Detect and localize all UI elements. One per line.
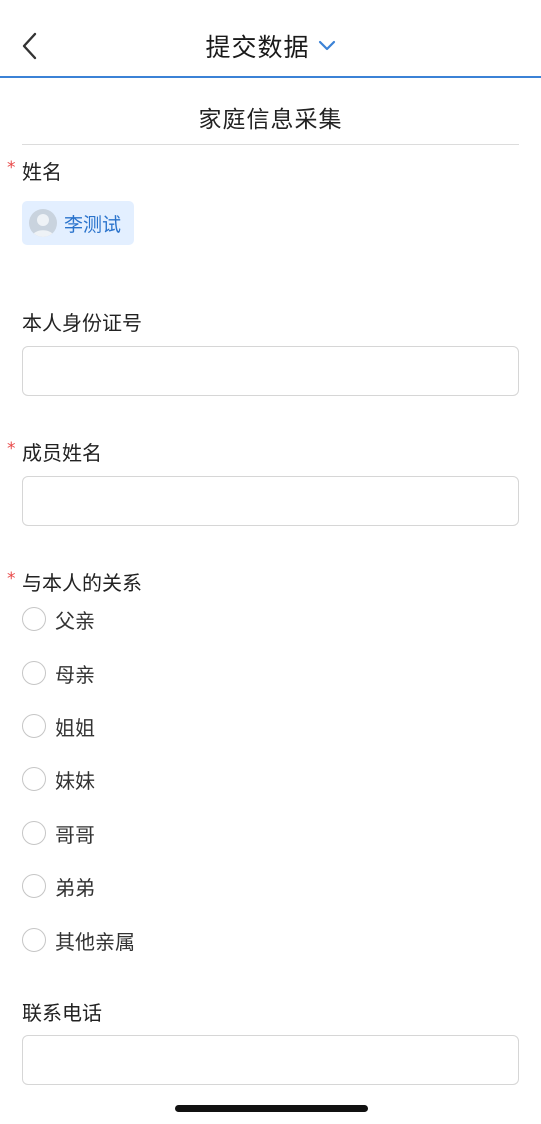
member-name-label: * 成员姓名 [7,437,102,466]
radio-circle-icon[interactable] [22,928,46,952]
nav-bar: 提交数据 [0,0,541,78]
radio-label: 姐姐 [55,715,95,740]
radio-label: 弟弟 [55,875,95,900]
phone-label: 联系电话 [22,997,102,1026]
phone-label-text: 联系电话 [22,1001,102,1025]
radio-circle-icon[interactable] [22,874,46,898]
required-mark: * [7,439,16,459]
page-title-dropdown[interactable]: 提交数据 [0,28,541,64]
radio-label: 哥哥 [55,822,95,847]
id-number-input[interactable] [22,346,519,396]
user-chip-name: 李测试 [64,213,122,236]
radio-circle-icon[interactable] [22,767,46,791]
relation-label-text: 与本人的关系 [22,571,142,595]
name-label-text: 姓名 [22,160,62,184]
form-title: 家庭信息采集 [22,90,519,145]
chevron-down-icon [318,40,336,52]
radio-option-other-relative[interactable]: 其他亲属 [22,925,135,955]
avatar-icon [29,209,57,237]
radio-option-father[interactable]: 父亲 [22,604,95,634]
radio-option-younger-sister[interactable]: 妹妹 [22,764,95,794]
page-title: 提交数据 [205,33,310,62]
required-mark: * [7,158,16,178]
phone-input[interactable] [22,1035,519,1085]
radio-option-younger-brother[interactable]: 弟弟 [22,871,95,901]
radio-option-elder-brother[interactable]: 哥哥 [22,818,95,848]
radio-option-mother[interactable]: 母亲 [22,658,95,688]
relation-label: * 与本人的关系 [7,567,142,596]
radio-label: 父亲 [55,608,95,633]
radio-label: 母亲 [55,662,95,687]
radio-label: 妹妹 [55,768,95,793]
radio-circle-icon[interactable] [22,607,46,631]
member-name-label-text: 成员姓名 [22,441,102,465]
radio-option-elder-sister[interactable]: 姐姐 [22,711,95,741]
radio-circle-icon[interactable] [22,821,46,845]
home-indicator[interactable] [175,1105,368,1112]
name-label: * 姓名 [7,156,62,185]
required-mark: * [7,569,16,589]
user-chip[interactable]: 李测试 [22,201,134,245]
member-name-input[interactable] [22,476,519,526]
radio-circle-icon[interactable] [22,714,46,738]
id-number-label: 本人身份证号 [22,307,142,336]
id-number-label-text: 本人身份证号 [22,311,142,335]
radio-label: 其他亲属 [55,929,135,954]
radio-circle-icon[interactable] [22,661,46,685]
